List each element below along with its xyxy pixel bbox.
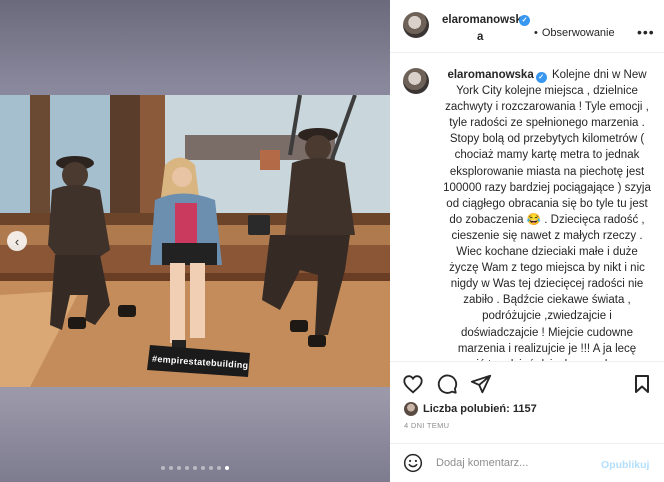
carousel-dot	[193, 466, 197, 470]
caption-avatar[interactable]	[403, 68, 429, 94]
comment-form: Opublikuj	[390, 443, 664, 482]
publish-button[interactable]: Opublikuj	[601, 459, 649, 471]
verified-icon: ✓	[535, 72, 547, 83]
post-actions: Liczba polubień: 1157 4 DNI TEMU	[390, 361, 664, 443]
caption-section: elaromanowska ✓ Kolejne dni w New York Ci…	[390, 53, 664, 361]
following-label: Obserwowanie	[541, 27, 615, 39]
carousel-dot	[177, 466, 181, 470]
caption-author[interactable]: elaromanowska	[447, 69, 533, 81]
carousel-dot	[217, 466, 221, 470]
bookmark-icon[interactable]	[634, 375, 650, 393]
carousel-dot	[185, 466, 189, 470]
liker-avatar	[404, 402, 418, 416]
verified-icon: ✓	[519, 15, 530, 26]
separator-dot: •	[534, 27, 538, 39]
post-header: elaromanowsk a ✓ • Obserwowanie •••	[390, 0, 664, 53]
caption-text: Kolejne dni w New York City kolejne miej…	[443, 69, 651, 361]
carousel-dot	[161, 466, 165, 470]
more-horizontal-icon[interactable]: •••	[637, 24, 655, 40]
likes-text[interactable]: Liczba polubień: 1157	[423, 403, 537, 415]
username-continued[interactable]: a	[442, 29, 542, 46]
carousel-dot-active	[225, 466, 229, 470]
following-button[interactable]: • Obserwowanie	[534, 27, 615, 39]
likes-count[interactable]: Liczba polubień: 1157	[404, 402, 537, 416]
previous-media-button[interactable]: ‹	[7, 231, 27, 251]
smiley-icon[interactable]	[403, 453, 423, 473]
carousel-dot	[169, 466, 173, 470]
chevron-left-icon: ‹	[14, 233, 20, 249]
post-media-pane: #empirestatebuilding ‹	[0, 0, 390, 482]
comment-bubble-icon[interactable]	[436, 373, 458, 395]
caption: elaromanowska ✓ Kolejne dni w New York Ci…	[442, 67, 652, 361]
post-photo[interactable]: #empirestatebuilding	[0, 95, 390, 387]
heart-icon[interactable]	[402, 373, 424, 395]
username[interactable]: elaromanowsk	[442, 12, 522, 29]
paper-plane-icon[interactable]	[470, 373, 492, 395]
avatar[interactable]	[403, 12, 429, 38]
post-date[interactable]: 4 DNI TEMU	[404, 421, 449, 430]
carousel-dot	[209, 466, 213, 470]
carousel-indicator	[0, 466, 390, 470]
carousel-dot	[201, 466, 205, 470]
comment-input[interactable]	[436, 457, 596, 469]
post-side-pane: elaromanowsk a ✓ • Obserwowanie ••• elaro…	[390, 0, 664, 482]
